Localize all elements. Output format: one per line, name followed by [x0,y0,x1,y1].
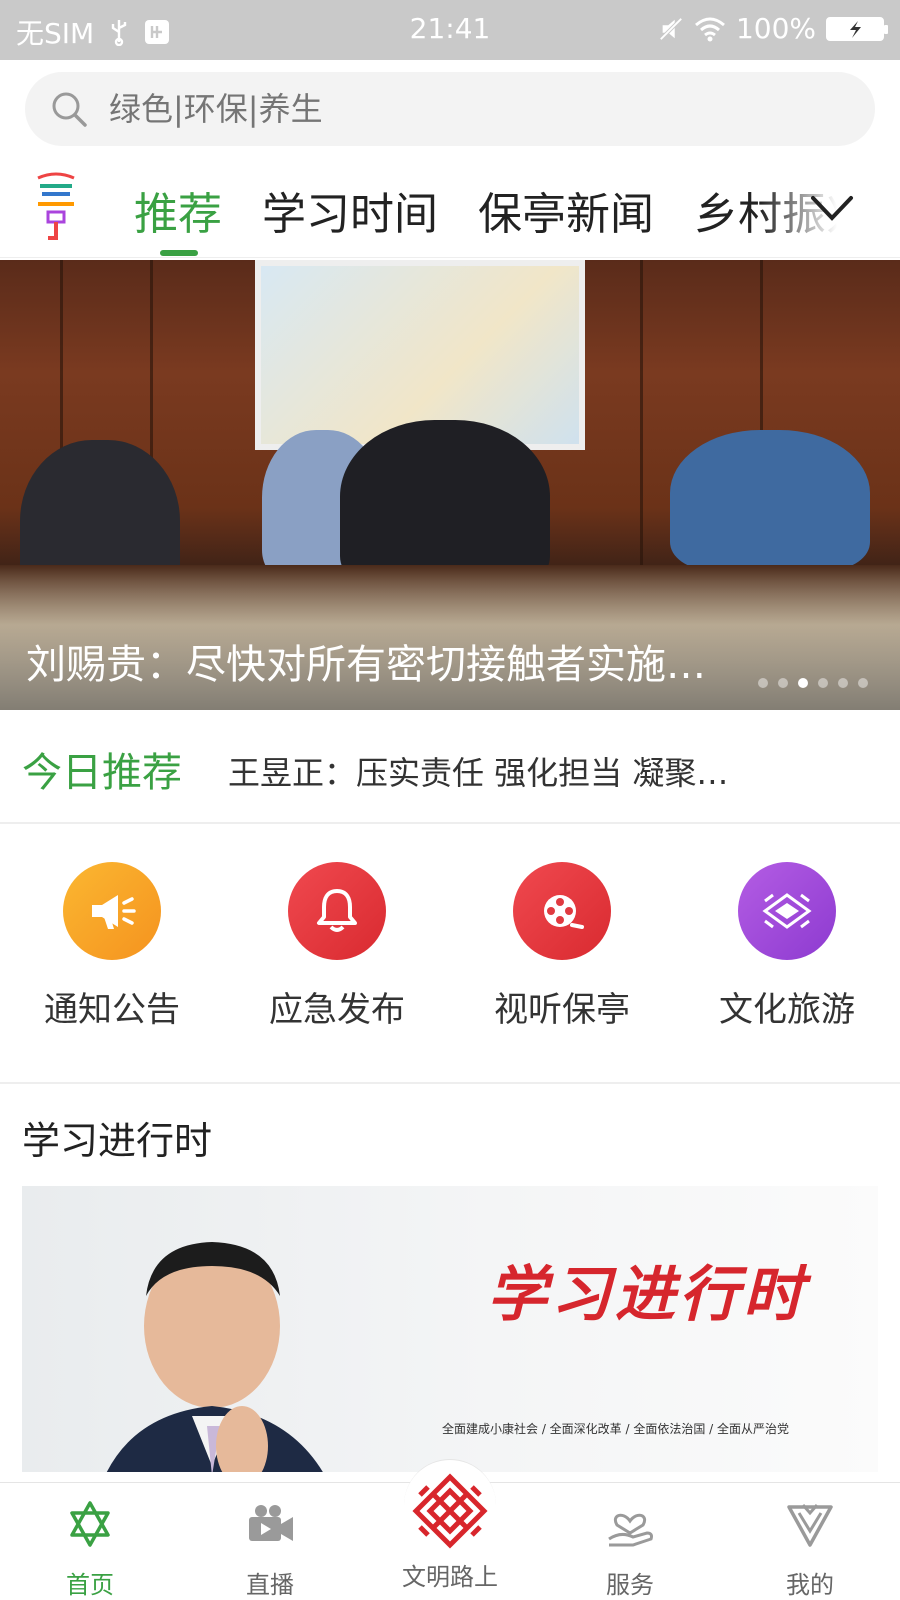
carousel-dot-active[interactable] [798,678,808,688]
shortcut-culture[interactable]: 文化旅游 [697,862,877,1031]
megaphone-icon [63,862,161,960]
active-tab-indicator [160,250,198,256]
shortcut-notice[interactable]: 通知公告 [22,862,202,1031]
video-camera-icon [249,1505,293,1541]
wall-panel [640,260,643,570]
section-title-learning: 学习进行时 [22,1119,213,1163]
nav-live[interactable]: 直播 [210,1497,330,1600]
carousel-dots [758,678,868,688]
nav-service[interactable]: 服务 [570,1497,690,1600]
learning-banner[interactable]: 学习进行时 全面建成小康社会 / 全面深化改革 / 全面依法治国 / 全面从严治… [22,1186,878,1472]
nav-civilization[interactable]: 文明路上 [390,1473,510,1592]
battery-percent: 100% [735,12,816,45]
category-tabs: 推荐 学习时间 保亭新闻 乡村振兴 [0,160,900,258]
tab-study-time[interactable]: 学习时间 [262,178,438,242]
chevron-down-icon[interactable] [809,188,855,228]
nav-home[interactable]: 首页 [30,1497,150,1600]
nav-mine[interactable]: 我的 [750,1497,870,1600]
learning-banner-title: 学习进行时 [487,1260,807,1330]
news-carousel[interactable]: 刘赐贵：尽快对所有密切接触者实施… [0,260,900,710]
tab-baoting-news[interactable]: 保亭新闻 [478,178,654,242]
portrait-image [106,1242,323,1472]
carousel-dot[interactable] [838,678,848,688]
today-recommend-row[interactable]: 今日推荐 王昱正：压实责任 强化担当 凝聚… [0,710,900,824]
today-recommend-label: 今日推荐 [22,750,182,796]
carousel-dot[interactable] [858,678,868,688]
shortcut-label: 通知公告 [44,990,180,1030]
shortcut-label: 文化旅游 [719,990,855,1030]
home-star-icon [70,1501,110,1547]
learning-banner-subtitle: 全面建成小康社会 / 全面深化改革 / 全面依法治国 / 全面从严治党 [442,1422,790,1436]
bottom-nav: 首页 直播 文明路上 服务 我的 [0,1459,900,1600]
nav-label: 服务 [606,1571,654,1599]
film-reel-icon [513,862,611,960]
shortcut-grid: 通知公告 应急发布 视听保亭 文化旅游 [0,826,900,1084]
nav-label: 我的 [786,1571,834,1599]
photo-person [670,430,870,570]
nav-label: 直播 [246,1571,294,1599]
knot-pattern-icon [412,1473,488,1549]
profile-badge-icon [787,1504,833,1547]
today-recommend-headline[interactable]: 王昱正：压实责任 强化担当 凝聚… [228,748,728,794]
hand-heart-icon [608,1513,653,1547]
app-logo [37,172,75,240]
shortcut-label: 应急发布 [269,990,405,1030]
nav-label: 文明路上 [402,1563,498,1591]
search-bar[interactable] [25,72,875,146]
carousel-dot[interactable] [758,678,768,688]
bell-icon [288,862,386,960]
carousel-dot[interactable] [778,678,788,688]
search-icon [52,92,87,127]
wifi-icon [694,17,725,41]
carousel-dot[interactable] [818,678,828,688]
search-input[interactable] [109,72,849,146]
mute-icon [659,16,683,41]
tab-recommend[interactable]: 推荐 [134,178,222,242]
shortcut-emergency[interactable]: 应急发布 [247,862,427,1031]
battery-icon [826,16,888,41]
status-bar: 无SIM 21:41 100% [0,0,900,60]
shortcut-label: 视听保亭 [494,990,630,1030]
culture-pattern-icon [738,862,836,960]
shortcut-av[interactable]: 视听保亭 [472,862,652,1031]
carousel-caption[interactable]: 刘赐贵：尽快对所有密切接触者实施… [26,632,726,690]
nav-label: 首页 [66,1571,114,1599]
